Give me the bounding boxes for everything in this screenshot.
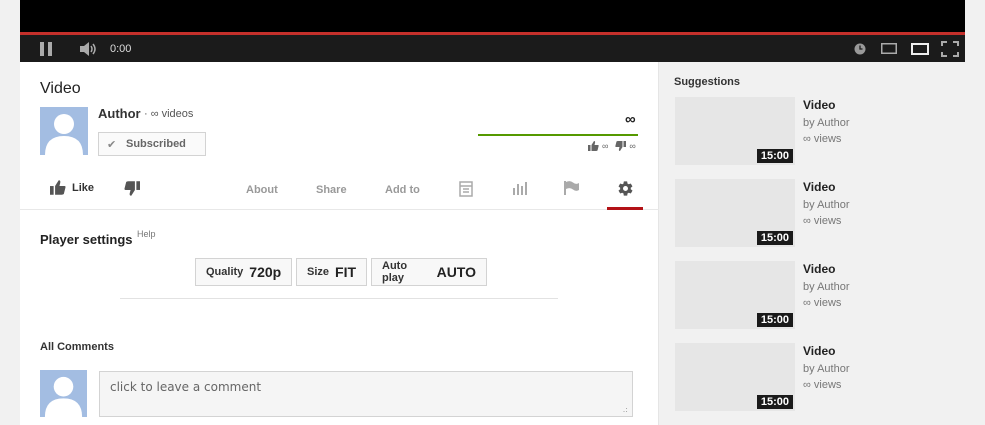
dislike-count: ∞ bbox=[629, 141, 636, 151]
watch-later-icon[interactable] bbox=[852, 35, 868, 62]
suggestion-author: by Author bbox=[803, 199, 850, 211]
resize-grip-icon[interactable]: .: bbox=[623, 405, 628, 414]
gear-icon bbox=[618, 181, 632, 196]
action-bar: Like About Share Add to bbox=[20, 170, 659, 210]
quality-button[interactable]: Quality 720p bbox=[195, 258, 292, 286]
thumbs-up-icon bbox=[588, 141, 599, 151]
player-settings-title: Player settings bbox=[40, 232, 133, 247]
player-controls: 0:00 bbox=[20, 35, 965, 62]
suggestion-author: by Author bbox=[803, 117, 850, 129]
thumbs-down-icon bbox=[615, 141, 627, 151]
video-duration: 15:00 bbox=[756, 231, 793, 245]
suggestion-thumbnail[interactable]: 15:00 bbox=[675, 179, 795, 247]
video-duration: 15:00 bbox=[756, 395, 793, 409]
tab-about[interactable]: About bbox=[246, 184, 278, 196]
channel-avatar[interactable] bbox=[40, 107, 88, 155]
like-ratio-bar bbox=[478, 134, 638, 136]
suggestion-title[interactable]: Video bbox=[803, 262, 835, 276]
suggestion-thumbnail[interactable]: 15:00 bbox=[675, 343, 795, 411]
autoplay-label: Auto play bbox=[382, 260, 408, 284]
suggestion-views: ∞ views bbox=[803, 297, 842, 309]
size-button[interactable]: Size FIT bbox=[296, 258, 367, 286]
stats-icon[interactable] bbox=[512, 181, 528, 200]
autoplay-button[interactable]: Auto play AUTO bbox=[371, 258, 487, 286]
subscribe-label: Subscribed bbox=[126, 138, 186, 150]
quality-label: Quality bbox=[206, 266, 244, 278]
suggestion-item[interactable]: 15:00 Video by Author ∞ views bbox=[675, 179, 965, 247]
suggestion-title[interactable]: Video bbox=[803, 180, 835, 194]
size-value: FIT bbox=[335, 264, 357, 280]
suggestion-item[interactable]: 15:00 Video by Author ∞ views bbox=[675, 343, 965, 411]
size-label: Size bbox=[307, 266, 330, 278]
suggestion-thumbnail[interactable]: 15:00 bbox=[675, 97, 795, 165]
video-player[interactable]: 0:00 bbox=[20, 0, 965, 62]
quality-value: 720p bbox=[249, 264, 282, 280]
comment-placeholder: click to leave a comment bbox=[110, 380, 262, 394]
small-player-icon[interactable] bbox=[880, 35, 898, 62]
video-duration: 15:00 bbox=[756, 313, 793, 327]
suggestion-views: ∞ views bbox=[803, 379, 842, 391]
thumbs-up-icon bbox=[50, 180, 66, 195]
tab-add-to[interactable]: Add to bbox=[385, 184, 420, 196]
rating-counts: ∞ ∞ bbox=[588, 141, 636, 151]
suggestion-views: ∞ views bbox=[803, 133, 842, 145]
suggestion-item[interactable]: 15:00 Video by Author ∞ views bbox=[675, 261, 965, 329]
check-icon: ✔ bbox=[107, 138, 117, 151]
channel-name[interactable]: Author bbox=[98, 106, 141, 121]
suggestion-thumbnail[interactable]: 15:00 bbox=[675, 261, 795, 329]
large-player-icon[interactable] bbox=[910, 35, 930, 62]
comments-title: All Comments bbox=[40, 341, 114, 353]
suggestion-views: ∞ views bbox=[803, 215, 842, 227]
comment-input[interactable]: click to leave a comment .: bbox=[99, 371, 633, 417]
settings-divider bbox=[120, 298, 558, 299]
commenter-avatar bbox=[40, 370, 87, 417]
suggestion-title[interactable]: Video bbox=[803, 344, 835, 358]
transcript-icon[interactable] bbox=[459, 181, 473, 202]
view-count: ∞ bbox=[625, 111, 636, 128]
flag-icon[interactable] bbox=[564, 181, 580, 200]
tab-player-settings[interactable] bbox=[607, 170, 643, 210]
dislike-button[interactable] bbox=[124, 181, 140, 201]
suggestion-title[interactable]: Video bbox=[803, 98, 835, 112]
time-display: 0:00 bbox=[110, 42, 132, 55]
channel-video-count[interactable]: · ∞ videos bbox=[144, 108, 193, 120]
fullscreen-icon[interactable] bbox=[940, 35, 960, 62]
thumbs-down-icon bbox=[124, 181, 140, 196]
watch-main-panel: Video Author · ∞ videos ✔ Subscribed ∞ ∞… bbox=[20, 62, 659, 425]
subscribe-button[interactable]: ✔ Subscribed bbox=[98, 132, 206, 156]
autoplay-value: AUTO bbox=[436, 264, 476, 280]
suggestion-author: by Author bbox=[803, 363, 850, 375]
suggestions-title: Suggestions bbox=[674, 76, 741, 88]
video-title: Video bbox=[40, 80, 81, 97]
volume-icon[interactable] bbox=[78, 35, 100, 62]
like-button[interactable]: Like bbox=[50, 180, 94, 195]
like-count: ∞ bbox=[602, 141, 609, 151]
pause-icon[interactable] bbox=[38, 35, 54, 62]
suggestion-author: by Author bbox=[803, 281, 850, 293]
like-label: Like bbox=[72, 181, 95, 194]
suggestion-item[interactable]: 15:00 Video by Author ∞ views bbox=[675, 97, 965, 165]
video-duration: 15:00 bbox=[756, 149, 793, 163]
settings-help-link[interactable]: Help bbox=[137, 229, 156, 239]
tab-share[interactable]: Share bbox=[316, 184, 347, 196]
